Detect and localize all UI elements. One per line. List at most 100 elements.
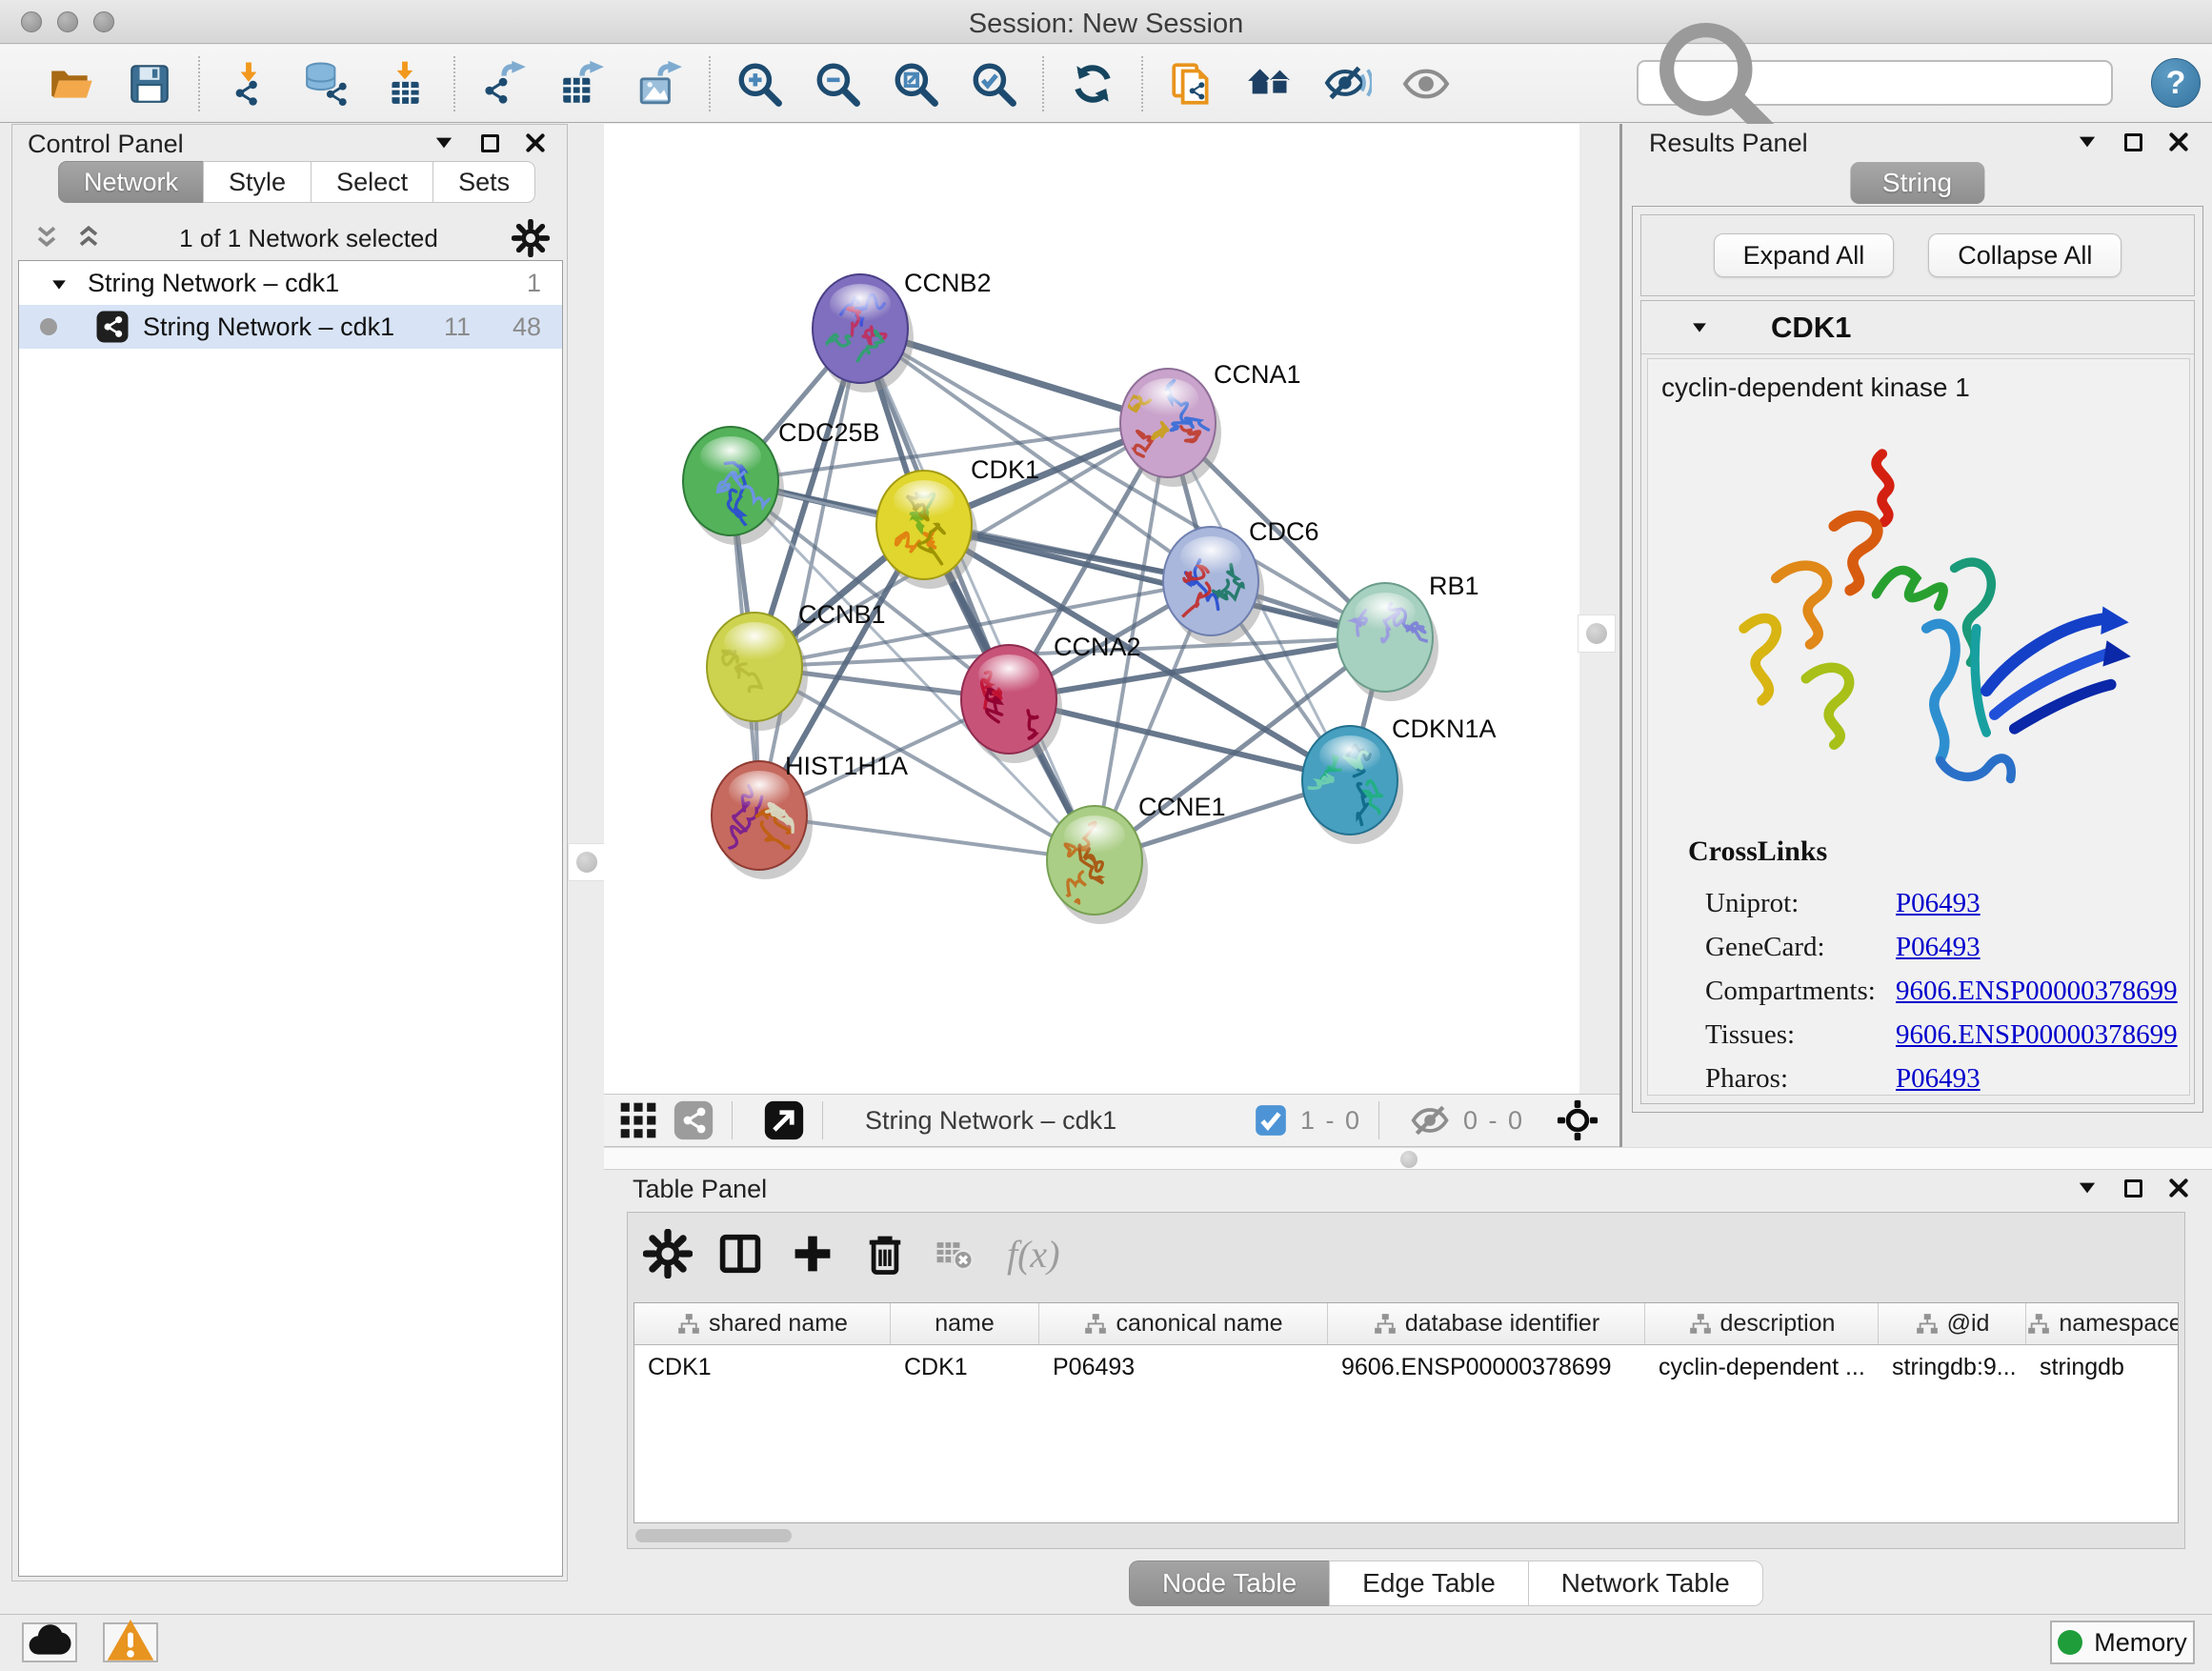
column-header-@id[interactable]: @id: [1879, 1303, 2026, 1344]
import-network-from-database-icon[interactable]: [299, 56, 354, 111]
network-node-CCNB2[interactable]: CCNB2: [813, 269, 992, 393]
table-cell[interactable]: CDK1: [634, 1354, 891, 1381]
crosslink-row: Uniprot:P06493: [1705, 881, 2182, 925]
collapse-panel-icon[interactable]: [2075, 130, 2100, 154]
duplicate-network-icon[interactable]: [1164, 56, 1219, 111]
column-label: @id: [1947, 1310, 1990, 1338]
network-node-CDC25B[interactable]: CDC25B: [683, 418, 880, 545]
import-network-from-file-icon[interactable]: [221, 56, 276, 111]
save-session-icon[interactable]: [122, 56, 177, 111]
node-table-header: shared namenamecanonical namedatabase id…: [634, 1303, 2178, 1345]
detach-view-icon[interactable]: [763, 1099, 805, 1141]
export-network-icon[interactable]: [476, 56, 532, 111]
table-cell[interactable]: P06493: [1039, 1354, 1328, 1381]
table-cell[interactable]: CDK1: [891, 1354, 1039, 1381]
right-splitter[interactable]: [1579, 124, 1619, 1094]
column-header-database identifier[interactable]: database identifier: [1328, 1303, 1645, 1344]
tab-sets[interactable]: Sets: [432, 161, 535, 203]
tab-network[interactable]: Network: [58, 161, 203, 203]
column-header-canonical name[interactable]: canonical name: [1039, 1303, 1328, 1344]
memory-label: Memory: [2094, 1628, 2187, 1658]
expand-all-networks-icon[interactable]: [71, 223, 106, 253]
collapse-all-button[interactable]: Collapse All: [1928, 233, 2122, 277]
export-image-icon[interactable]: [633, 56, 688, 111]
network-node-RB1[interactable]: RB1: [1337, 572, 1479, 701]
table-horizontal-scrollbar[interactable]: [635, 1529, 792, 1542]
table-cell[interactable]: cyclin-dependent ...: [1645, 1354, 1879, 1381]
network-options-gear-icon[interactable]: [512, 219, 550, 257]
cloud-status-button[interactable]: [22, 1622, 77, 1662]
expand-all-button[interactable]: Expand All: [1714, 233, 1895, 277]
open-file-icon[interactable]: [44, 56, 99, 111]
float-panel-icon[interactable]: [2121, 1176, 2145, 1200]
close-panel-icon[interactable]: [523, 131, 548, 155]
tree-disclosure-icon[interactable]: [48, 272, 70, 293]
network-node-CCNE1[interactable]: CCNE1: [1047, 793, 1226, 924]
tab-string[interactable]: String: [1850, 162, 1984, 204]
left-splitter-handle[interactable]: [568, 843, 606, 881]
table-splitter[interactable]: [604, 1147, 2212, 1170]
table-cell[interactable]: stringdb: [2026, 1354, 2179, 1381]
network-node-CDKN1A[interactable]: CDKN1A: [1302, 715, 1497, 844]
graphics-details-icon[interactable]: [1398, 56, 1454, 111]
network-tree-root-row[interactable]: String Network – cdk1 1: [19, 261, 562, 305]
crosslink-link[interactable]: P06493: [1896, 932, 1981, 963]
network-node-HIST1H1A[interactable]: HIST1H1A: [712, 752, 908, 879]
zoom-fit-icon[interactable]: [888, 56, 943, 111]
table-splitter-handle[interactable]: [1400, 1151, 1418, 1168]
network-edge-CCNB2-CCNE1[interactable]: [860, 329, 1095, 860]
table-row[interactable]: CDK1CDK1P064939606.ENSP00000378699cyclin…: [634, 1345, 2178, 1389]
crosslink-link[interactable]: P06493: [1896, 1063, 1981, 1095]
network-badge-gray-icon[interactable]: [673, 1099, 714, 1141]
column-header-shared name[interactable]: shared name: [634, 1303, 891, 1344]
float-panel-icon[interactable]: [477, 131, 502, 155]
warnings-button[interactable]: [103, 1622, 158, 1662]
table-cell[interactable]: stringdb:9...: [1879, 1354, 2026, 1381]
tab-edge-table[interactable]: Edge Table: [1329, 1560, 1528, 1606]
first-neighbors-icon[interactable]: [1242, 56, 1297, 111]
show-columns-icon[interactable]: [715, 1229, 765, 1278]
column-header-name[interactable]: name: [891, 1303, 1039, 1344]
network-node-CCNB1[interactable]: CCNB1: [707, 600, 886, 731]
zoom-selected-icon[interactable]: [966, 56, 1021, 111]
add-column-icon[interactable]: [788, 1229, 837, 1278]
crosslink-link[interactable]: P06493: [1896, 888, 1981, 919]
crosslink-link[interactable]: 9606.ENSP00000378699: [1896, 976, 2178, 1007]
gene-section-header[interactable]: CDK1: [1641, 301, 2194, 354]
import-table-from-file-icon[interactable]: [377, 56, 432, 111]
selected-checkbox-icon[interactable]: [1253, 1102, 1289, 1138]
column-header-description[interactable]: description: [1645, 1303, 1879, 1344]
help-button[interactable]: ?: [2151, 58, 2201, 108]
right-splitter-handle[interactable]: [1578, 614, 1616, 653]
float-panel-icon[interactable]: [2121, 130, 2145, 154]
gene-disclosure-icon[interactable]: [1687, 317, 1712, 338]
collapse-panel-icon[interactable]: [2075, 1176, 2100, 1200]
tab-select[interactable]: Select: [311, 161, 432, 203]
tab-style[interactable]: Style: [203, 161, 311, 203]
close-panel-icon[interactable]: [2166, 130, 2191, 154]
close-panel-icon[interactable]: [2166, 1176, 2191, 1200]
zoom-in-icon[interactable]: [732, 56, 787, 111]
crosslink-link[interactable]: 9606.ENSP00000378699: [1896, 1019, 2178, 1051]
network-tree-child-row[interactable]: String Network – cdk1 11 48: [19, 305, 562, 349]
grid-view-icon[interactable]: [617, 1099, 659, 1141]
column-header-namespace[interactable]: namespace: [2026, 1303, 2179, 1344]
collapse-panel-icon[interactable]: [432, 131, 456, 155]
collapse-all-networks-icon[interactable]: [30, 223, 64, 253]
delete-column-icon[interactable]: [860, 1229, 910, 1278]
table-settings-gear-icon[interactable]: [643, 1229, 693, 1278]
search-input[interactable]: [1792, 69, 2111, 98]
network-node-CDK1[interactable]: CDK1: [876, 455, 1039, 589]
birdseye-crosshair-icon[interactable]: [1557, 1099, 1599, 1141]
tab-node-table[interactable]: Node Table: [1129, 1560, 1329, 1606]
refresh-network-icon[interactable]: [1065, 56, 1120, 111]
tab-network-table[interactable]: Network Table: [1528, 1560, 1763, 1606]
hide-string-style-icon[interactable]: [1320, 56, 1376, 111]
zoom-out-icon[interactable]: [810, 56, 865, 111]
memory-button[interactable]: Memory: [2050, 1621, 2195, 1664]
network-canvas[interactable]: CCNB2CCNA1CDC25BCDK1CDC6RB1CCNB1CCNA2CDK…: [604, 124, 1579, 1094]
network-node-CDC6[interactable]: CDC6: [1163, 517, 1319, 645]
table-cell[interactable]: 9606.ENSP00000378699: [1328, 1354, 1645, 1381]
search-box[interactable]: [1637, 60, 2113, 106]
export-table-icon[interactable]: [554, 56, 610, 111]
